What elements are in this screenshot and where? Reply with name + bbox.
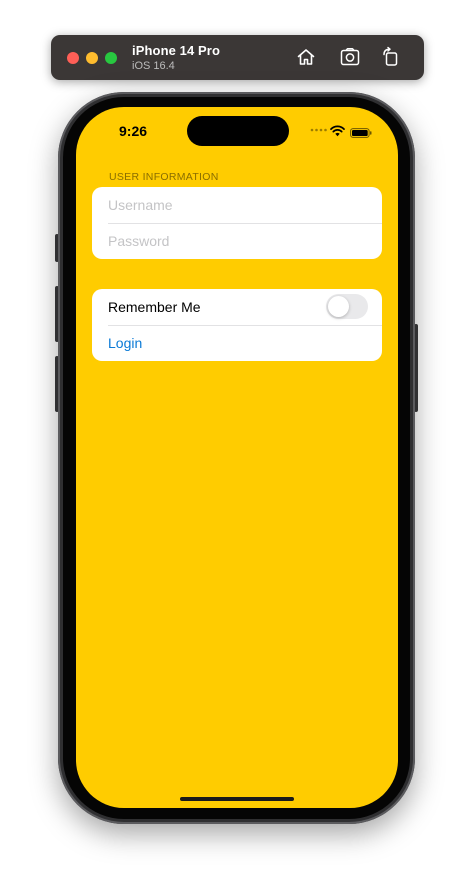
zoom-window-button[interactable] (105, 52, 117, 64)
simulator-stage: iPhone 14 Pro iOS 16.4 9:26 USER INFORMA… (0, 0, 474, 892)
device-name: iPhone 14 Pro (132, 43, 220, 58)
home-button[interactable] (295, 46, 317, 68)
minimize-window-button[interactable] (86, 52, 98, 64)
remember-me-toggle[interactable] (326, 294, 368, 319)
phone-screen: 9:26 USER INFORMATION Username Remember … (76, 107, 398, 808)
login-options-group: Remember Me Login (92, 289, 382, 361)
password-field[interactable] (108, 223, 368, 259)
remember-me-row: Remember Me (92, 289, 382, 325)
rotate-icon (383, 46, 398, 66)
section-header-user-information: USER INFORMATION (109, 171, 219, 183)
toggle-knob (328, 296, 349, 317)
username-field[interactable] (108, 187, 368, 223)
user-information-group (92, 187, 382, 259)
rotate-button[interactable] (380, 46, 402, 68)
screenshot-button[interactable] (339, 46, 361, 68)
username-row (92, 187, 382, 223)
dynamic-island (187, 116, 289, 146)
login-row: Login (92, 325, 382, 361)
home-indicator[interactable] (180, 797, 294, 801)
simulator-toolbar: iPhone 14 Pro iOS 16.4 (51, 35, 424, 80)
home-icon (297, 49, 315, 65)
signal-dots-icon (310, 127, 328, 133)
close-window-button[interactable] (67, 52, 79, 64)
status-time: 9:26 (119, 123, 148, 139)
login-button[interactable]: Login (108, 335, 142, 351)
wifi-icon (330, 124, 345, 137)
os-version: iOS 16.4 (132, 60, 175, 72)
password-row (92, 223, 382, 259)
battery-icon (350, 125, 372, 138)
screenshot-icon (340, 48, 360, 66)
remember-me-label: Remember Me (108, 299, 201, 315)
